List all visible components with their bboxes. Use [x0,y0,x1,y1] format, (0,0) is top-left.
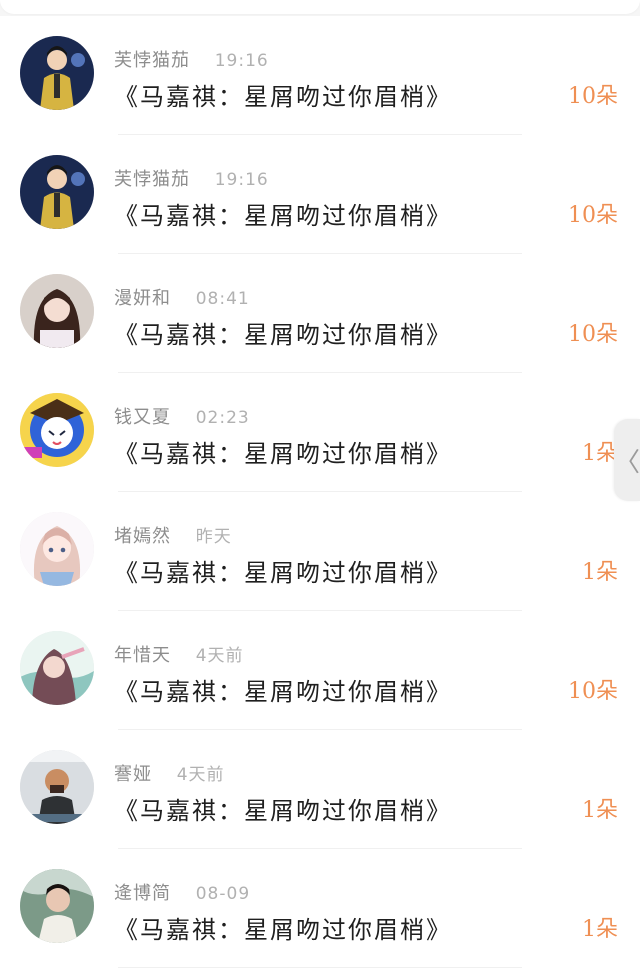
flower-count: 1朵 [582,560,618,585]
item-title[interactable]: 《马嘉祺：星屑吻过你眉梢》 [114,77,452,112]
user-avatar-icon[interactable] [20,36,94,110]
post-time: 08-09 [195,884,251,904]
post-time: 4天前 [195,646,244,666]
user-name: 漫妍和 [114,288,171,309]
item-meta: 謇娅 4天前 [114,760,225,786]
user-name: 謇娅 [114,764,152,785]
post-time: 4天前 [176,765,225,785]
post-time: 19:16 [214,170,269,190]
item-meta: 年惜天 4天前 [114,641,244,667]
item-title[interactable]: 《马嘉祺：星屑吻过你眉梢》 [114,910,452,945]
item-title[interactable]: 《马嘉祺：星屑吻过你眉梢》 [114,196,452,231]
flower-count: 10朵 [568,322,618,347]
user-name: 芙悖猫茄 [114,50,190,71]
user-avatar-icon[interactable] [20,274,94,348]
item-meta: 逄博简 08-09 [114,879,250,905]
user-name: 年惜天 [114,645,171,666]
gift-record-screen: 芙悖猫茄 19:16 《马嘉祺：星屑吻过你眉梢》 10朵 芙悖猫茄 19:16 [0,0,640,978]
item-meta: 芙悖猫茄 19:16 [114,165,269,191]
user-avatar-icon[interactable] [20,512,94,586]
flower-count: 10朵 [568,679,618,704]
flower-count: 1朵 [582,917,618,942]
user-avatar-icon[interactable] [20,393,94,467]
item-title[interactable]: 《马嘉祺：星屑吻过你眉梢》 [114,434,452,469]
item-title[interactable]: 《马嘉祺：星屑吻过你眉梢》 [114,553,452,588]
list-item[interactable]: 謇娅 4天前 《马嘉祺：星屑吻过你眉梢》 1朵 [0,730,640,849]
flower-count: 1朵 [582,798,618,823]
user-avatar-icon[interactable] [20,155,94,229]
user-name: 钱又夏 [114,407,171,428]
gift-list: 芙悖猫茄 19:16 《马嘉祺：星屑吻过你眉梢》 10朵 芙悖猫茄 19:16 [0,16,640,978]
post-time: 19:16 [214,51,269,71]
item-meta: 芙悖猫茄 19:16 [114,46,269,72]
user-name: 芙悖猫茄 [114,169,190,190]
item-title[interactable]: 《马嘉祺：星屑吻过你眉梢》 [114,315,452,350]
post-time: 02:23 [195,408,250,428]
list-item[interactable]: 芙悖猫茄 19:16 《马嘉祺：星屑吻过你眉梢》 10朵 [0,16,640,135]
list-item[interactable]: 钱又夏 02:23 《马嘉祺：星屑吻过你眉梢》 1朵 [0,373,640,492]
item-meta: 钱又夏 02:23 [114,403,250,429]
item-meta: 堵嫣然 昨天 [114,522,232,548]
list-item[interactable]: 年惜天 4天前 《马嘉祺：星屑吻过你眉梢》 10朵 [0,611,640,730]
user-avatar-icon[interactable] [20,750,94,824]
top-sheet-edge [0,0,640,14]
user-avatar-icon[interactable] [20,631,94,705]
flower-count: 10朵 [568,203,618,228]
post-time: 08:41 [195,289,250,309]
list-item[interactable]: 堵嫣然 昨天 《马嘉祺：星屑吻过你眉梢》 1朵 [0,492,640,611]
item-title[interactable]: 《马嘉祺：星屑吻过你眉梢》 [114,672,452,707]
flower-count: 1朵 [582,441,618,466]
chevron-left-icon: 〈 [614,447,640,478]
user-avatar-icon[interactable] [20,869,94,943]
item-title[interactable]: 《马嘉祺：星屑吻过你眉梢》 [114,791,452,826]
post-time: 昨天 [195,527,232,547]
item-meta: 漫妍和 08:41 [114,284,250,310]
side-drawer-handle[interactable]: 〈 [614,419,640,501]
user-name: 堵嫣然 [114,526,171,547]
flower-count: 10朵 [568,84,618,109]
list-item[interactable]: 漫妍和 08:41 《马嘉祺：星屑吻过你眉梢》 10朵 [0,254,640,373]
list-item[interactable]: 芙悖猫茄 19:16 《马嘉祺：星屑吻过你眉梢》 10朵 [0,135,640,254]
list-item[interactable]: 逄博简 08-09 《马嘉祺：星屑吻过你眉梢》 1朵 [0,849,640,968]
user-name: 逄博简 [114,883,171,904]
